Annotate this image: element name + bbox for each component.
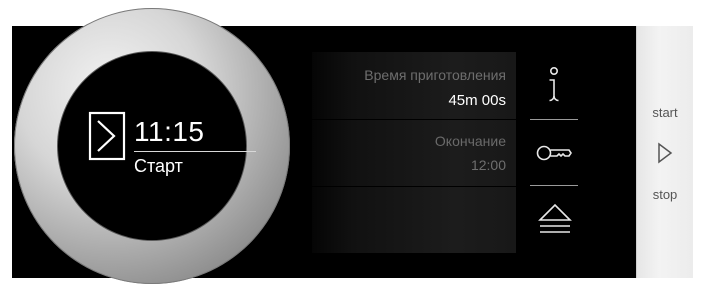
info-button[interactable] [543, 66, 565, 106]
empty-field[interactable] [312, 187, 516, 253]
control-display: Время приготовления 45m 00s Окончание 12… [0, 0, 701, 296]
end-time-value: 12:00 [470, 157, 506, 173]
dial-time: 11:15 [134, 116, 205, 147]
dial-mode-label: Старт [134, 156, 183, 176]
dial-divider [134, 151, 256, 152]
key-lock-icon [536, 145, 572, 161]
icon-divider [530, 185, 578, 186]
play-button[interactable] [656, 141, 674, 165]
play-outline-icon [88, 111, 126, 161]
info-icon [549, 66, 559, 102]
dial-mode-button[interactable] [88, 111, 126, 161]
eject-icon [538, 203, 572, 233]
icon-divider [530, 119, 578, 120]
start-stop-sidebar: start stop [636, 26, 693, 278]
key-button[interactable] [535, 143, 575, 163]
cooking-time-value: 45m 00s [448, 92, 506, 109]
cooking-time-field[interactable]: Время приготовления 45m 00s [312, 52, 516, 119]
eject-button[interactable] [536, 201, 574, 235]
stop-button[interactable]: stop [637, 187, 693, 202]
cooking-time-label: Время приготовления [364, 67, 506, 83]
end-time-label: Окончание [434, 133, 506, 149]
play-outline-icon [658, 142, 673, 164]
end-time-field[interactable]: Окончание 12:00 [312, 120, 516, 186]
start-button[interactable]: start [637, 105, 693, 120]
